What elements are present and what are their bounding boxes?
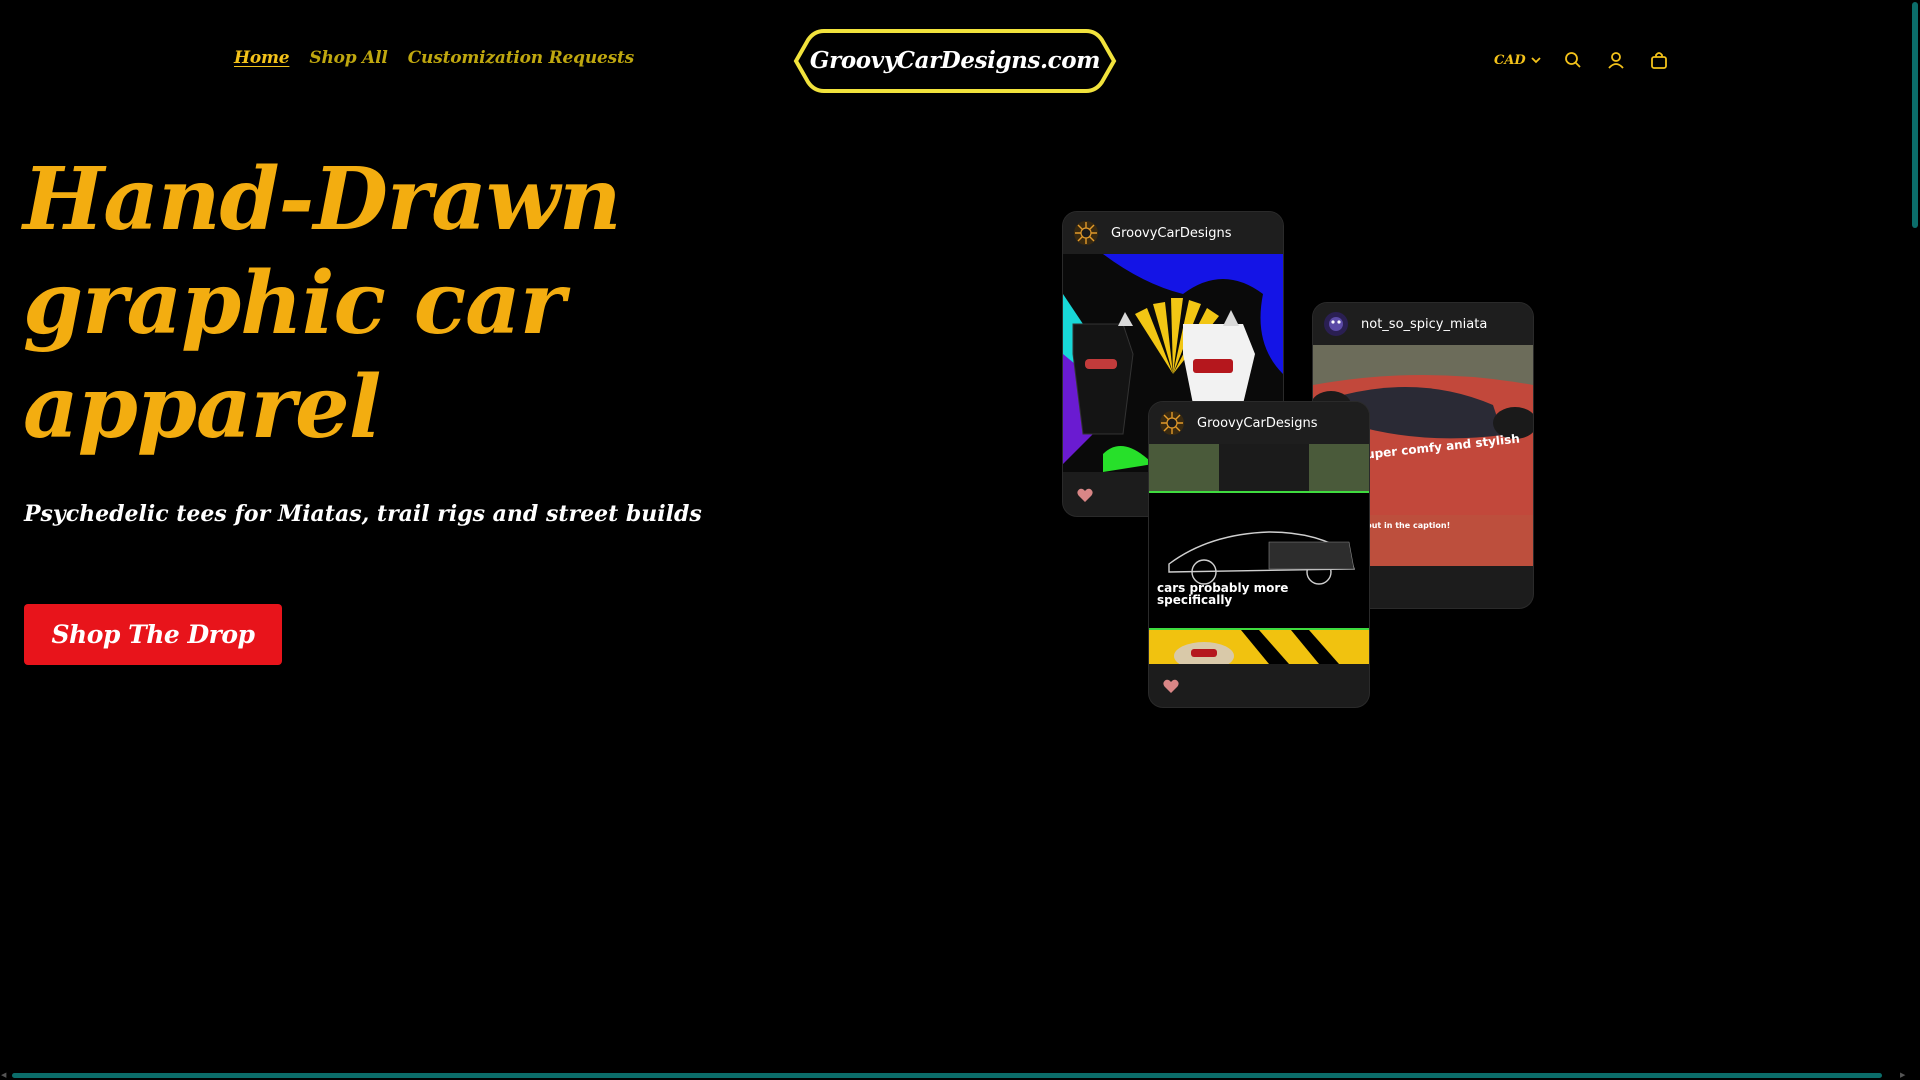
avatar bbox=[1160, 411, 1184, 435]
hero-subtitle: Psychedelic tees for Miatas, trail rigs … bbox=[24, 501, 702, 527]
main-nav: Home Shop All Customization Requests bbox=[234, 48, 634, 68]
account-icon bbox=[1608, 52, 1624, 69]
social-post-card[interactable]: GroovyCarDesigns cars probably more spec… bbox=[1149, 402, 1369, 707]
nav-shop-all[interactable]: Shop All bbox=[309, 48, 387, 68]
scroll-right-arrow-icon[interactable]: ▶ bbox=[1900, 1072, 1905, 1079]
cart-button[interactable] bbox=[1648, 49, 1670, 71]
site-logo[interactable]: GroovyCarDesigns.com bbox=[792, 28, 1118, 94]
shop-the-drop-button[interactable]: Shop The Drop bbox=[24, 604, 282, 665]
horizontal-scrollbar-thumb[interactable] bbox=[12, 1073, 1882, 1078]
heart-icon[interactable] bbox=[1077, 488, 1093, 503]
currency-selector[interactable]: CAD bbox=[1494, 53, 1542, 68]
vertical-scrollbar[interactable] bbox=[1910, 0, 1920, 1080]
card-username: not_so_spicy_miata bbox=[1361, 316, 1488, 332]
vertical-scrollbar-thumb[interactable] bbox=[1912, 2, 1918, 228]
site-header: Home Shop All Customization Requests Gro… bbox=[0, 0, 1910, 122]
nav-customization-requests[interactable]: Customization Requests bbox=[408, 48, 634, 68]
card-header: not_so_spicy_miata bbox=[1313, 303, 1533, 346]
avatar bbox=[1074, 221, 1098, 245]
card-header: GroovyCarDesigns bbox=[1063, 212, 1283, 255]
horizontal-scrollbar[interactable]: ◀ ▶ bbox=[0, 1070, 1910, 1080]
avatar bbox=[1324, 312, 1348, 336]
search-button[interactable] bbox=[1562, 49, 1584, 71]
hero-title-line: apparel bbox=[23, 357, 381, 458]
post-overlay-caption: cars probably more specifically bbox=[1157, 581, 1289, 607]
hero-title-line: graphic car bbox=[23, 253, 565, 354]
nav-home[interactable]: Home bbox=[234, 48, 290, 68]
post-image: cars probably more specifically bbox=[1149, 444, 1369, 664]
search-icon bbox=[1564, 52, 1581, 68]
card-username: GroovyCarDesigns bbox=[1197, 415, 1318, 431]
hero-title: Hand-Drawn graphic car apparel bbox=[23, 148, 743, 460]
chevron-down-icon bbox=[1531, 57, 1541, 64]
currency-label: CAD bbox=[1494, 52, 1526, 68]
card-username: GroovyCarDesigns bbox=[1111, 225, 1232, 241]
logo-text: GroovyCarDesigns.com bbox=[809, 47, 1101, 74]
header-utilities: CAD bbox=[1494, 48, 1670, 72]
card-header: GroovyCarDesigns bbox=[1149, 402, 1369, 445]
page: Home Shop All Customization Requests Gro… bbox=[0, 0, 1920, 1080]
supercar-sketch-image bbox=[1149, 444, 1369, 664]
hero-title-line: Hand-Drawn bbox=[23, 149, 622, 250]
cart-icon bbox=[1650, 52, 1667, 69]
card-footer bbox=[1149, 665, 1369, 707]
account-button[interactable] bbox=[1605, 49, 1627, 71]
heart-icon[interactable] bbox=[1163, 679, 1179, 694]
scroll-left-arrow-icon[interactable]: ◀ bbox=[1, 1072, 6, 1079]
